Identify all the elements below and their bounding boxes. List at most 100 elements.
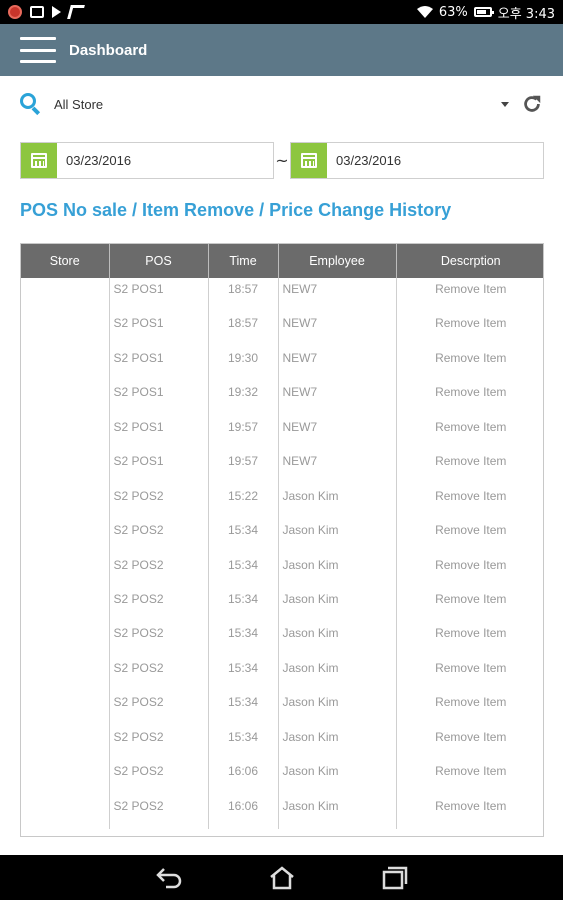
table-header-row: Store POS Time Employee Descrption [21, 244, 543, 278]
cell-description: Remove Item [435, 316, 507, 331]
cell-pos: S2 POS2 [109, 519, 209, 554]
column-header-time: Time [208, 244, 279, 278]
history-table[interactable]: Store POS Time Employee Descrption S2 PO… [20, 243, 544, 837]
back-icon[interactable] [155, 865, 185, 891]
recents-icon[interactable] [379, 865, 409, 891]
cell-time: 15:34 [208, 622, 279, 657]
column-header-description: Descrption [396, 244, 543, 278]
battery-icon [473, 7, 494, 17]
cell-employee: NEW7 [278, 450, 397, 485]
cell-description: Remove Item [435, 282, 507, 296]
store-filter-row: All Store [0, 84, 563, 124]
cell-employee: NEW7 [278, 278, 397, 313]
cell-time: 16:06 [208, 760, 279, 795]
cell-store [21, 278, 110, 313]
cell-description: Remove Item [435, 419, 507, 434]
section-title: POS No sale / Item Remove / Price Change… [20, 200, 452, 220]
cell-store [21, 760, 110, 795]
clock: 오후 3:43 [497, 6, 555, 22]
column-header-store: Store [21, 244, 110, 278]
end-date-field[interactable]: 03/23/2016 [290, 142, 544, 179]
date-range: 03/23/2016 ~ 03/23/2016 [20, 142, 544, 179]
column-header-employee: Employee [278, 244, 397, 278]
search-icon[interactable] [20, 93, 42, 116]
cell-description: Remove Item [435, 660, 507, 675]
table-row[interactable]: S2 POS2 15:34 Jason Kim Remove Item [21, 587, 543, 623]
table-row[interactable]: S2 POS2 15:34 Jason Kim Remove Item [21, 553, 543, 588]
cell-store [21, 381, 110, 416]
table-row[interactable]: S2 POS2 15:34 Jason Kim Remove Item [21, 656, 543, 692]
table-row[interactable]: S2 POS2 15:34 Jason Kim Remove Item [21, 519, 543, 554]
start-date-field[interactable]: 03/23/2016 [20, 142, 274, 179]
card-icon [30, 6, 44, 18]
table-row[interactable]: S2 POS2 16:06 Jason Kim Remove Item [21, 760, 543, 795]
cell-store [21, 622, 110, 657]
cell-time: 15:34 [208, 691, 279, 726]
cell-store [21, 656, 110, 692]
cell-pos: S2 POS2 [109, 656, 209, 692]
cell-description: Remove Item [435, 626, 507, 641]
battery-percent: 63% [438, 4, 468, 20]
cell-time: 18:57 [208, 278, 279, 313]
cell-pos: S2 POS2 [109, 760, 209, 795]
table-row[interactable]: S2 POS2 16:06 Jason Kim Remove Item [21, 794, 543, 829]
cell-employee: Jason Kim [278, 553, 397, 588]
table-row[interactable]: S2 POS2 15:34 Jason Kim Remove Item [21, 691, 543, 726]
cell-employee: NEW7 [278, 312, 397, 347]
cell-pos: S2 POS1 [109, 415, 209, 451]
navigation-bar [0, 855, 563, 900]
cell-time: 19:30 [208, 346, 279, 382]
cell-time: 15:34 [208, 519, 279, 554]
table-row[interactable]: S2 POS1 18:57 NEW7 Remove Item [21, 278, 543, 313]
end-calendar-button[interactable] [291, 143, 327, 178]
column-header-pos: POS [109, 244, 209, 278]
cell-store [21, 725, 110, 761]
start-calendar-button[interactable] [21, 143, 57, 178]
status-bar: 63% 오후 3:43 [0, 0, 563, 24]
store-select[interactable]: All Store [54, 97, 501, 112]
cell-store [21, 450, 110, 485]
home-icon[interactable] [267, 865, 297, 891]
table-row[interactable]: S2 POS1 19:32 NEW7 Remove Item [21, 381, 543, 416]
end-date-value: 03/23/2016 [336, 153, 402, 168]
cell-description: Remove Item [435, 557, 507, 572]
cell-pos: S2 POS2 [109, 484, 209, 520]
table-row[interactable]: S2 POS1 19:57 NEW7 Remove Item [21, 450, 543, 485]
cell-employee: NEW7 [278, 346, 397, 382]
cell-pos: S2 POS2 [109, 725, 209, 761]
cell-pos: S2 POS2 [109, 691, 209, 726]
cell-description: Remove Item [435, 385, 507, 400]
menu-icon[interactable] [20, 37, 56, 63]
cell-store [21, 415, 110, 451]
cell-time: 15:34 [208, 656, 279, 692]
cell-store [21, 519, 110, 554]
cell-pos: S2 POS2 [109, 794, 209, 829]
date-separator: ~ [275, 151, 289, 170]
table-row[interactable]: S2 POS2 15:34 Jason Kim Remove Item [21, 725, 543, 761]
cell-time: 15:34 [208, 587, 279, 623]
cell-time: 15:22 [208, 484, 279, 520]
cell-store [21, 346, 110, 382]
table-row[interactable]: S2 POS1 19:30 NEW7 Remove Item [21, 346, 543, 382]
table-row[interactable]: S2 POS1 18:57 NEW7 Remove Item [21, 312, 543, 347]
refresh-icon[interactable] [521, 93, 543, 115]
dropdown-arrow-icon[interactable] [501, 101, 509, 107]
cell-description: Remove Item [435, 523, 507, 538]
cell-time: 19:32 [208, 381, 279, 416]
calendar-icon [301, 153, 317, 168]
play-store-icon [52, 6, 61, 18]
cell-time: 15:34 [208, 553, 279, 588]
table-row[interactable]: S2 POS1 19:57 NEW7 Remove Item [21, 415, 543, 451]
recorder-icon [8, 5, 22, 19]
cell-store [21, 587, 110, 623]
cell-pos: S2 POS1 [109, 278, 209, 313]
cell-pos: S2 POS2 [109, 622, 209, 657]
table-row[interactable]: S2 POS2 15:34 Jason Kim Remove Item [21, 622, 543, 657]
table-row[interactable]: S2 POS2 15:22 Jason Kim Remove Item [21, 484, 543, 520]
cell-time: 16:06 [208, 794, 279, 829]
cell-store [21, 691, 110, 726]
cell-employee: Jason Kim [278, 484, 397, 520]
cell-time: 18:57 [208, 312, 279, 347]
status-notifications [8, 5, 85, 19]
cell-description: Remove Item [435, 488, 507, 503]
